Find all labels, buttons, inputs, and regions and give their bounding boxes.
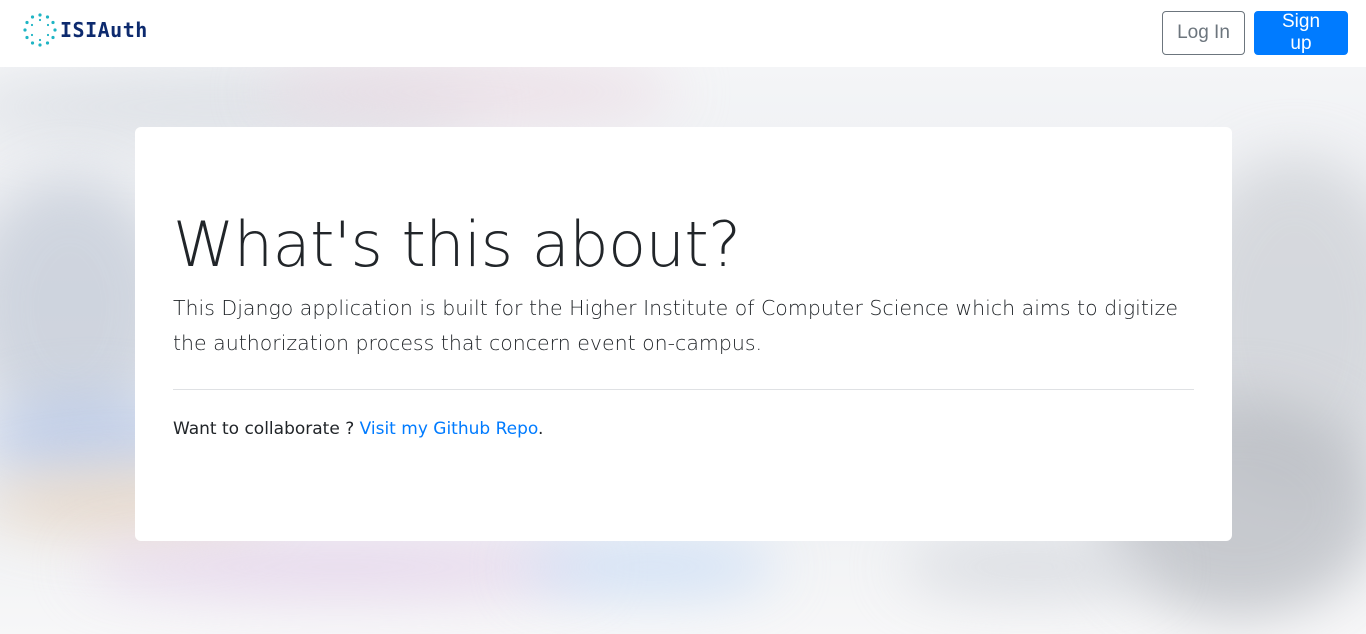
navbar: ISIAuth Log In Sign up (0, 0, 1366, 67)
collab-prefix: Want to collaborate ? (173, 419, 360, 439)
page-title: What's this about? (173, 208, 741, 281)
login-button[interactable]: Log In (1162, 11, 1245, 55)
nav-actions: Log In Sign up (1162, 11, 1348, 55)
bg-blob (520, 537, 780, 597)
about-jumbotron: What's this about? This Django applicati… (135, 127, 1232, 541)
collab-suffix: . (537, 419, 544, 439)
github-repo-link[interactable]: Visit my Github Repo (360, 419, 538, 439)
bg-blob (900, 537, 1160, 597)
collab-text: Want to collaborate ? Visit my Github Re… (173, 419, 543, 439)
signup-button[interactable]: Sign up (1254, 11, 1348, 55)
brand-link[interactable]: ISIAuth (22, 12, 148, 48)
dotted-circle-logo-icon (23, 13, 57, 47)
brand-text: ISIAuth (60, 18, 148, 42)
divider (173, 389, 1194, 390)
lead-text: This Django application is built for the… (173, 296, 1178, 355)
